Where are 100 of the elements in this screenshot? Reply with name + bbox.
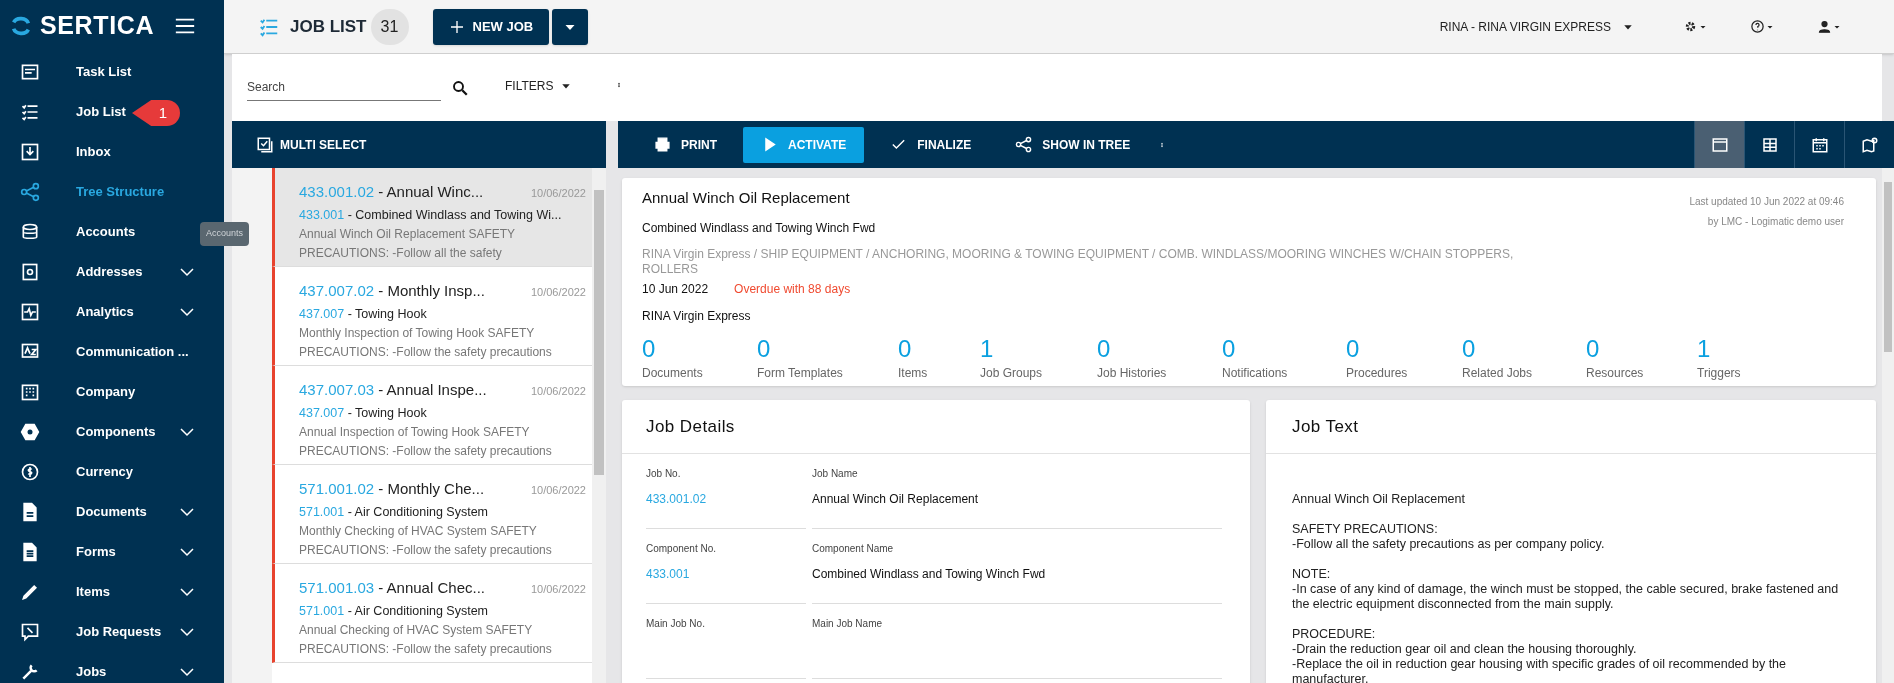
share-nodes-icon <box>1015 136 1033 153</box>
sidebar-item[interactable]: Accounts <box>0 212 140 252</box>
sidebar-item[interactable]: Jobs <box>0 652 224 683</box>
job-description: Monthly Checking of HVAC System SAFETY PRECAUTIONS: -Follow the safety precautions <box>299 523 553 560</box>
help-button[interactable] <box>1750 19 1773 34</box>
job-date: 10/06/2022 <box>530 186 586 201</box>
new-job-button[interactable]: NEW JOB <box>432 8 550 45</box>
multi-select-button[interactable]: MULTI SELECT <box>256 135 367 154</box>
gear-icon <box>1683 19 1698 34</box>
text-line: -In case of any kind of damage, the winch must be stopped, the cable secured, brake fastened and the electric equipment disconnected from the main supply. <box>1292 582 1840 612</box>
pulse-chart-icon <box>20 302 40 322</box>
settings-button[interactable] <box>1683 19 1706 34</box>
callout-badge: 1 <box>132 100 180 126</box>
job-list-item[interactable]: 571.001.03 - Annual Chec... 10/06/2022 571.001 - Air Conditioning System Annual Checking of HVAC System SAFETY PRECAUTIONS: -Follow the safety precautions <box>272 564 592 663</box>
sidebar-item[interactable]: Currency <box>0 452 138 492</box>
count-link[interactable]: 0 Resources <box>1586 335 1697 382</box>
count-link[interactable]: 0 Job Histories <box>1097 335 1222 382</box>
job-title: 437.007.03 - Annual Inspe... <box>299 380 487 400</box>
count-link[interactable]: 0 Related Jobs <box>1462 335 1586 382</box>
grid-icon <box>1760 135 1779 154</box>
search-button[interactable] <box>451 78 469 97</box>
vessel-name: RINA Virgin Express <box>642 307 752 325</box>
show-in-tree-button[interactable]: SHOW IN TREE <box>997 126 1149 163</box>
search-field[interactable]: Search <box>247 74 441 101</box>
map-pin-icon <box>1860 135 1879 154</box>
share-nodes-icon <box>20 182 40 202</box>
dropdown-button[interactable] <box>552 8 589 45</box>
user-icon <box>1817 19 1832 34</box>
job-date: 10/06/2022 <box>530 483 586 498</box>
component-line: 437.007 - Towing Hook <box>299 305 428 323</box>
text-line: NOTE: <box>1292 567 1332 582</box>
updated-by-text: by LMC - Logimatic demo user <box>1706 215 1844 229</box>
view-toggle-button[interactable] <box>1694 121 1744 168</box>
checkbox-icon <box>256 135 274 154</box>
sidebar-item[interactable]: Documents <box>0 492 224 532</box>
job-description: Annual Checking of HVAC System SAFETY PRECAUTIONS: -Follow the safety precautions <box>299 622 553 659</box>
job-description: Monthly Inspection of Towing Hook SAFETY PRECAUTIONS: -Follow the safety precautions <box>299 325 553 362</box>
count-link[interactable]: 0 Notifications <box>1222 335 1346 382</box>
job-list-item[interactable]: 433.001.02 - Annual Winc... 10/06/2022 433.001 - Combined Windlass and Towing Wi... Annual Winch Oil Replacement SAFETY PRECAUTIONS: -Follow all the safety <box>272 168 592 267</box>
form-document-icon <box>20 542 40 562</box>
count-link[interactable]: 0 Documents <box>642 335 757 382</box>
sidebar-item[interactable]: Forms <box>0 532 224 572</box>
count-link[interactable]: 1 Triggers <box>1697 335 1797 382</box>
wrench-icon <box>20 662 40 682</box>
form-field: Job No. 433.001.02 <box>646 466 806 529</box>
job-list-item[interactable]: 437.007.02 - Monthly Insp... 10/06/2022 437.007 - Towing Hook Monthly Inspection of Towing Hook SAFETY PRECAUTIONS: -Follow the safety precautions <box>272 267 592 366</box>
sidebar-item[interactable]: Components <box>0 412 224 452</box>
print-button[interactable]: PRINT <box>636 126 735 163</box>
count-link[interactable]: 0 Items <box>898 335 980 382</box>
count-link[interactable]: 0 Form Templates <box>757 335 898 382</box>
vessel-selector[interactable]: RINA - RINA VIRGIN EXPRESS <box>1439 17 1633 36</box>
last-updated-text: Last updated 10 Jun 2022 at 09:46 <box>1689 195 1844 209</box>
overdue-text: Overdue with 88 days <box>734 280 851 298</box>
breadcrumb-path: RINA Virgin Express / SHIP EQUIPMENT / ANCHORING, MOORING & TOWING EQUIPMENT / COMB. WINDLASS/MOORING WINCHES W/CHAIN STOPPERS, ROLLERS <box>642 246 1515 277</box>
calendar-icon <box>1810 135 1829 154</box>
text-line: PROCEDURE: <box>1292 627 1377 642</box>
form-field: Main Job Name <box>812 616 1222 679</box>
count-badge: 31 <box>370 8 409 45</box>
sidebar-item[interactable]: Inbox <box>0 132 115 172</box>
job-title: 433.001.02 - Annual Winc... <box>299 182 484 202</box>
filters-button[interactable]: FILTERS <box>505 76 572 95</box>
job-title: 437.007.02 - Monthly Insp... <box>299 281 485 301</box>
list-card-icon <box>20 62 40 82</box>
page-title: JOB LIST <box>290 15 367 38</box>
count-link[interactable]: 1 Job Groups <box>980 335 1097 382</box>
layout-panel-icon <box>1710 135 1729 154</box>
help-icon <box>1750 19 1765 34</box>
search-icon <box>451 78 469 97</box>
job-title: 571.001.03 - Annual Chec... <box>299 578 485 598</box>
sidebar-item[interactable]: Tree Structure <box>0 172 169 212</box>
caret-down-icon <box>1767 23 1773 30</box>
sidebar-item[interactable]: Job List <box>0 92 130 132</box>
building-icon <box>20 382 40 402</box>
job-list-item[interactable]: 437.007.03 - Annual Inspe... 10/06/2022 437.007 - Towing Hook Annual Inspection of Towing Hook SAFETY PRECAUTIONS: -Follow the safety precautions <box>272 366 592 465</box>
hexagon-icon <box>20 422 40 442</box>
document-icon <box>20 502 40 522</box>
job-description: Annual Inspection of Towing Hook SAFETY PRECAUTIONS: -Follow the safety precautions <box>299 424 553 461</box>
sidebar-item[interactable]: Analytics <box>0 292 224 332</box>
text-line: -Drain the reduction gear oil and clean the housing thoroughly. <box>1292 642 1638 657</box>
sidebar-item[interactable]: Addresses <box>0 252 224 292</box>
logo-text: SERTICA <box>40 10 155 42</box>
caret-down-icon <box>1700 23 1706 30</box>
panel-title: Job Text <box>1292 415 1359 438</box>
text-line: SAFETY PRECAUTIONS: <box>1292 522 1439 537</box>
job-list-item[interactable]: 571.001.02 - Monthly Che... 10/06/2022 571.001 - Air Conditioning System Monthly Checking of HVAC System SAFETY PRECAUTIONS: -Follow the safety precautions <box>272 465 592 564</box>
finalize-button[interactable]: FINALIZE <box>872 126 990 163</box>
count-link[interactable]: 0 Procedures <box>1346 335 1462 382</box>
sidebar-item[interactable]: Job Requests <box>0 612 224 652</box>
printer-icon <box>654 136 671 153</box>
job-description: Annual Winch Oil Replacement SAFETY PRECAUTIONS: -Follow all the safety <box>299 226 516 263</box>
sidebar-item[interactable]: Task List <box>0 52 136 92</box>
user-button[interactable] <box>1817 19 1840 34</box>
form-field: Main Job No. <box>646 616 806 679</box>
sidebar-item[interactable]: Communication ... <box>0 332 193 372</box>
currency-icon <box>20 462 40 482</box>
text-line: -Replace the oil in reduction gear housing with specific grades of oil recommended by the manufacturer. <box>1292 657 1788 683</box>
sidebar-item[interactable]: Company <box>0 372 140 412</box>
logo-swirl-icon <box>10 15 32 37</box>
sidebar-item[interactable]: Items <box>0 572 224 612</box>
job-date: 10/06/2022 <box>530 285 586 300</box>
